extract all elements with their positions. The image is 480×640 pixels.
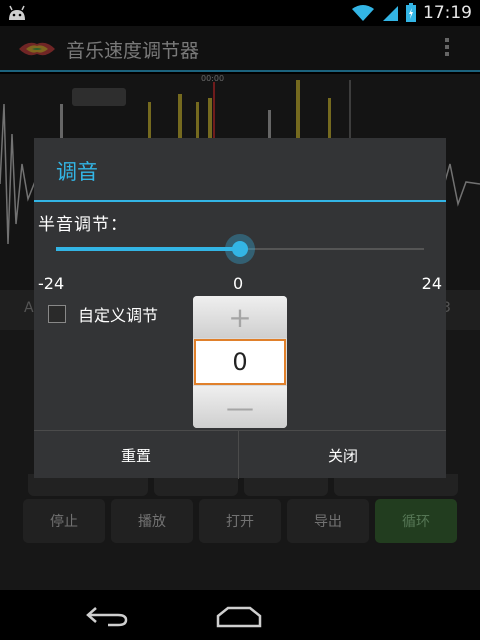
dialog-footer: 重置 关闭 <box>34 430 446 479</box>
decrement-button[interactable]: — <box>193 386 287 428</box>
reset-button[interactable]: 重置 <box>34 431 239 479</box>
slider-mid-label: 0 <box>233 274 244 293</box>
semitone-slider[interactable] <box>56 234 424 264</box>
stepper-value-field[interactable]: 0 <box>194 339 286 385</box>
semitone-label: 半音调节： <box>38 215 128 235</box>
close-button[interactable]: 关闭 <box>240 431 446 479</box>
slider-max-label: 24 <box>421 274 442 293</box>
slider-thumb[interactable] <box>225 234 255 264</box>
pitch-dialog: 调音 半音调节： -24 0 24 自定义调节 + 0 — 重置 关闭 <box>34 138 446 479</box>
battery-icon <box>406 3 416 22</box>
slider-min-label: -24 <box>38 274 65 293</box>
custom-adjust-row[interactable]: 自定义调节 <box>48 302 158 326</box>
android-icon <box>9 5 25 20</box>
semitone-stepper: + 0 — <box>193 296 287 428</box>
status-clock: 17:19 <box>423 3 472 23</box>
increment-button[interactable]: + <box>193 296 287 338</box>
signal-icon <box>383 6 398 21</box>
minus-icon: — <box>226 390 254 424</box>
home-icon[interactable] <box>214 606 264 628</box>
dialog-title: 调音 <box>56 160 98 184</box>
dialog-divider <box>34 200 446 202</box>
plus-icon: + <box>228 300 252 334</box>
back-icon[interactable] <box>84 604 130 628</box>
navigation-bar <box>0 590 480 640</box>
slider-fill <box>56 247 240 251</box>
custom-adjust-label: 自定义调节 <box>78 306 159 325</box>
custom-adjust-checkbox[interactable] <box>48 305 66 323</box>
status-bar: 17:19 <box>0 0 480 26</box>
wifi-icon <box>352 5 374 21</box>
